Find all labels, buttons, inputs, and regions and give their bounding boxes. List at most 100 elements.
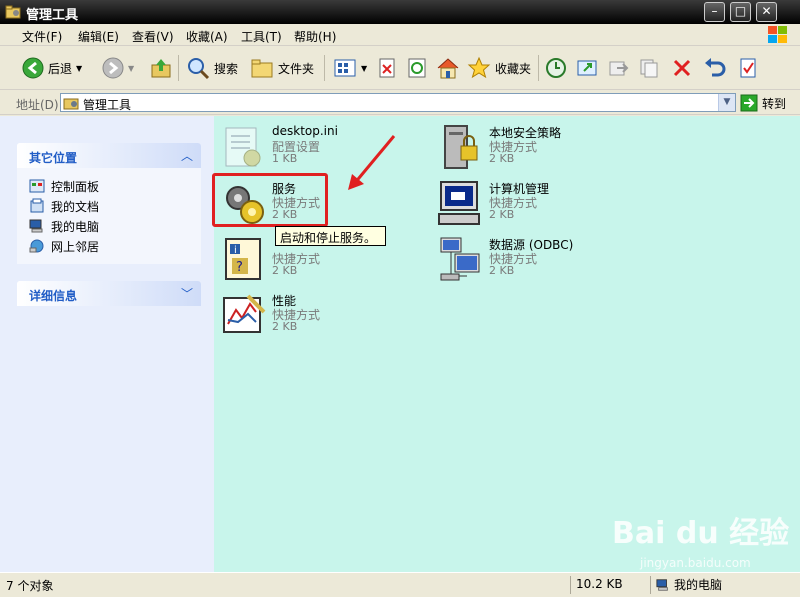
star-icon — [467, 56, 491, 79]
move-button[interactable] — [607, 55, 629, 81]
status-divider — [570, 576, 571, 594]
odbc-data-source-icon — [440, 237, 480, 281]
up-folder-button[interactable] — [150, 55, 172, 81]
properties-button[interactable] — [737, 55, 759, 81]
my-computer-icon — [656, 578, 668, 591]
chevron-down-icon[interactable]: ﹀ — [181, 285, 193, 302]
chevron-up-icon[interactable]: ︿ — [181, 147, 193, 164]
chevron-down-icon: ▼ — [361, 63, 368, 73]
close-button[interactable]: ✕ — [756, 2, 777, 22]
chevron-down-icon: ▼ — [128, 63, 135, 73]
back-arrow-icon — [22, 57, 44, 79]
file-item-computer-management[interactable]: 计算机管理 快捷方式 2 KB — [437, 180, 637, 228]
folder-tools-icon — [63, 98, 79, 110]
toolbar-divider — [538, 55, 539, 81]
watermark-url: jingyan.baidu.com — [640, 556, 751, 570]
svg-text:i: i — [234, 245, 237, 256]
explorer-window: 管理工具 – □ ✕ 文件(F) 编辑(E) 查看(V) 收藏(A) 工具(T)… — [0, 0, 800, 597]
title-bar[interactable]: 管理工具 – □ ✕ — [0, 0, 800, 24]
menu-help[interactable]: 帮助(H) — [294, 28, 336, 45]
folder-up-icon — [151, 59, 171, 78]
task-pane: 其它位置 ︿ 控制面板 我的文档 我的电脑 网上邻居 详细信息 ﹀ — [0, 116, 214, 572]
address-dropdown-button[interactable]: ▼ — [718, 94, 735, 111]
toolbar: 后退 ▼ ▼ 搜索 文件夹 ▼ 收藏夹 — [0, 47, 800, 90]
menu-bar: 文件(F) 编辑(E) 查看(V) 收藏(A) 工具(T) 帮助(H) — [0, 24, 800, 46]
menu-view[interactable]: 查看(V) — [132, 28, 174, 45]
windows-logo-icon — [768, 26, 787, 43]
red-arrow-annotation — [348, 135, 396, 190]
details-panel: 详细信息 ﹀ — [17, 281, 201, 306]
views-button[interactable]: ▼ — [333, 55, 367, 81]
status-object-count: 7 个对象 — [6, 579, 54, 593]
go-arrow-icon — [740, 94, 758, 112]
address-input[interactable]: 管理工具 ▼ — [60, 93, 736, 112]
minimize-button[interactable]: – — [704, 2, 725, 22]
refresh-button[interactable] — [406, 55, 428, 81]
forward-arrow-icon — [102, 57, 124, 79]
properties-icon — [740, 58, 756, 78]
file-item-local-security-policy[interactable]: 本地安全策略 快捷方式 2 KB — [437, 124, 637, 172]
status-size: 10.2 KB — [576, 577, 623, 591]
link-my-documents[interactable]: 我的文档 — [29, 196, 189, 216]
views-icon — [334, 59, 356, 77]
delete-button[interactable] — [671, 55, 693, 81]
menu-file[interactable]: 文件(F) — [22, 28, 62, 45]
history-button[interactable] — [545, 55, 567, 81]
delete-x-icon — [673, 59, 691, 77]
security-policy-icon — [444, 125, 478, 169]
link-network-places[interactable]: 网上邻居 — [29, 236, 189, 256]
address-bar: 地址(D) 管理工具 ▼ 转到 — [0, 91, 800, 115]
search-button[interactable]: 搜索 — [186, 55, 238, 81]
copy-icon — [640, 59, 658, 78]
undo-button[interactable] — [703, 55, 727, 81]
address-label: 地址(D) — [16, 98, 59, 112]
folder-icon — [251, 59, 273, 78]
link-control-panel[interactable]: 控制面板 — [29, 176, 189, 196]
chevron-down-icon: ▼ — [76, 63, 83, 73]
event-viewer-icon: i? — [225, 238, 261, 280]
favorites-button[interactable]: 收藏夹 — [467, 55, 531, 81]
control-panel-icon — [29, 179, 45, 193]
file-item-odbc-data-sources[interactable]: 数据源 (ODBC) 快捷方式 2 KB — [437, 236, 637, 284]
watermark-logo: Bai du 经验 — [612, 516, 790, 551]
forward-button[interactable]: ▼ — [102, 55, 134, 81]
history-icon — [546, 58, 566, 78]
my-computer-icon — [29, 219, 43, 233]
file-item-performance[interactable]: 性能 快捷方式 2 KB — [220, 292, 400, 340]
details-header[interactable]: 详细信息 ﹀ — [17, 281, 201, 306]
move-icon — [609, 61, 629, 76]
folders-button[interactable]: 文件夹 — [250, 55, 314, 81]
window-title: 管理工具 — [26, 8, 79, 23]
my-documents-icon — [30, 198, 44, 213]
home-icon — [437, 58, 459, 79]
address-value: 管理工具 — [83, 98, 132, 112]
home-button[interactable] — [436, 55, 460, 81]
undo-icon — [705, 58, 726, 77]
tooltip: 启动和停止服务。 — [275, 226, 386, 246]
computer-management-icon — [438, 181, 480, 225]
toolbar-divider — [178, 55, 179, 81]
config-settings-icon — [225, 127, 261, 167]
other-places-header[interactable]: 其它位置 ︿ — [17, 143, 201, 168]
back-button[interactable]: 后退 ▼ — [22, 55, 82, 81]
status-location: 我的电脑 — [656, 576, 722, 593]
folder-tools-icon — [5, 5, 21, 19]
move-to-button[interactable] — [376, 55, 398, 81]
maximize-button[interactable]: □ — [730, 2, 751, 22]
performance-chart-icon — [223, 294, 266, 333]
move-to-icon — [379, 58, 395, 78]
highlight-box — [212, 173, 328, 227]
status-divider — [650, 576, 651, 594]
toolbar-divider — [324, 55, 325, 81]
go-button[interactable]: 转到 — [740, 94, 786, 112]
copy-to-button[interactable] — [576, 55, 598, 81]
link-my-computer[interactable]: 我的电脑 — [29, 216, 189, 236]
menu-edit[interactable]: 编辑(E) — [78, 28, 119, 45]
copy-to-icon — [577, 60, 597, 76]
network-places-icon — [29, 239, 44, 253]
copy-button[interactable] — [638, 55, 660, 81]
svg-text:?: ? — [236, 260, 243, 275]
menu-tools[interactable]: 工具(T) — [241, 28, 282, 45]
menu-favorites[interactable]: 收藏(A) — [186, 28, 228, 45]
search-icon — [188, 58, 210, 80]
